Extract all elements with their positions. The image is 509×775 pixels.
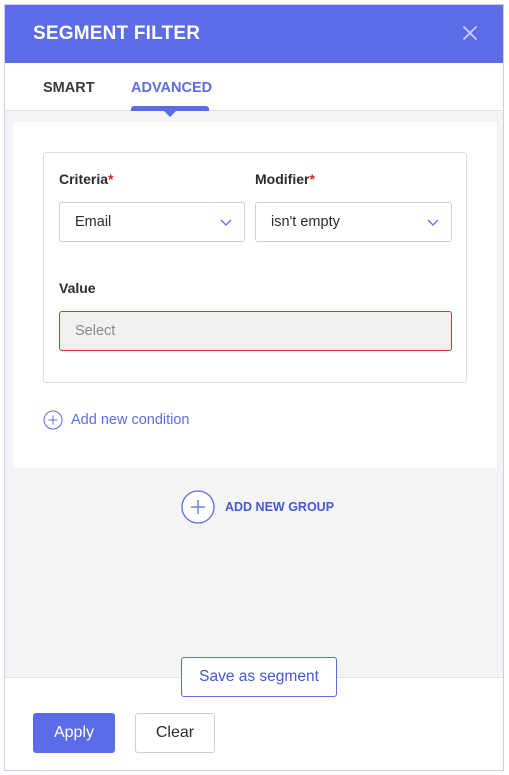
panel-title: SEGMENT FILTER: [33, 23, 201, 44]
condition-group: Criteria* Modifier* Email isn't empty Va…: [13, 122, 497, 468]
chevron-down-icon: [220, 219, 232, 226]
add-group-label: ADD NEW GROUP: [225, 500, 335, 514]
plus-circle-icon: [181, 490, 215, 524]
criteria-label: Criteria*: [59, 171, 113, 187]
modifier-label-text: Modifier: [255, 171, 310, 187]
criteria-selected-value: Email: [75, 214, 112, 230]
modifier-label: Modifier*: [255, 171, 315, 187]
chevron-down-icon: [427, 219, 439, 226]
criteria-select[interactable]: Email: [59, 202, 245, 242]
modifier-select[interactable]: isn't empty: [255, 202, 452, 242]
criteria-label-text: Criteria: [59, 171, 109, 187]
modifier-selected-value: isn't empty: [271, 214, 340, 230]
close-icon-glyph: [463, 26, 477, 40]
modifier-required-mark: *: [309, 171, 315, 187]
value-select-input[interactable]: Select: [59, 311, 452, 351]
segment-filter-panel: SEGMENT FILTER SMART ADVANCED Criteria* …: [4, 4, 504, 771]
criteria-required-mark: *: [108, 171, 114, 187]
save-as-segment-button[interactable]: Save as segment: [181, 657, 337, 697]
close-icon[interactable]: [459, 22, 481, 44]
clear-button[interactable]: Clear: [135, 713, 215, 753]
active-tab-caret: [164, 111, 176, 117]
tab-advanced[interactable]: ADVANCED: [131, 80, 212, 96]
filter-tabs: SMART ADVANCED: [5, 63, 503, 117]
plus-circle-icon: [43, 410, 63, 430]
condition-row: Criteria* Modifier* Email isn't empty Va…: [43, 152, 467, 383]
tab-smart[interactable]: SMART: [43, 80, 95, 96]
value-placeholder: Select: [75, 323, 116, 339]
add-condition-label: Add new condition: [71, 412, 190, 428]
value-label: Value: [59, 280, 96, 296]
apply-button[interactable]: Apply: [33, 713, 115, 753]
panel-header: SEGMENT FILTER: [5, 5, 503, 63]
